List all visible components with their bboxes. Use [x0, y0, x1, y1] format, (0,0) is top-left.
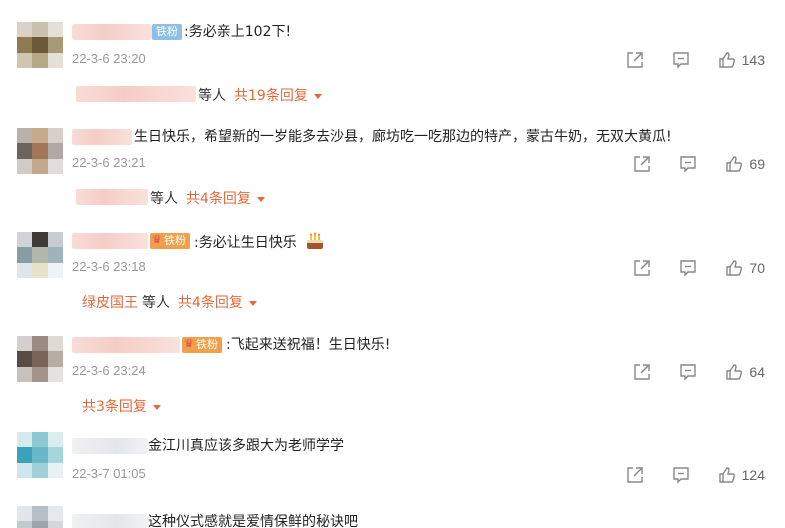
comment-time: 22-3-6 23:18	[72, 259, 146, 274]
reply-user-redacted[interactable]	[76, 86, 196, 102]
comment-actions: 124	[626, 465, 765, 485]
crown-fan-badge: 铁粉	[182, 336, 222, 353]
like-count: 69	[749, 156, 765, 172]
thumbs-up-icon[interactable]	[725, 155, 743, 173]
username-redacted[interactable]	[72, 129, 132, 145]
share-icon[interactable]	[626, 51, 644, 69]
thumbs-up-icon[interactable]	[725, 259, 743, 277]
comment-text-content: :务必让生日快乐	[194, 235, 297, 251]
thumbs-up-icon[interactable]	[718, 51, 736, 69]
comment-actions: 143	[626, 50, 765, 70]
comment-item: 铁粉 :务必让生日快乐 22-3-6 23:18 70 绿皮国王 等人 共4条回…	[0, 228, 785, 332]
chevron-down-icon	[248, 300, 257, 306]
comment-icon[interactable]	[672, 466, 690, 484]
reply-summary[interactable]: 共3条回复	[82, 396, 161, 416]
reply-count[interactable]: 共3条回复	[82, 396, 147, 416]
comment-time: 22-3-6 23:20	[72, 51, 146, 66]
comment-item: 生日快乐，希望新的一岁能多去沙县，廊坊吃一吃那边的特产，蒙古牛奶，无双大黄瓜! …	[0, 124, 785, 228]
reply-user-redacted[interactable]	[76, 189, 148, 205]
cake-emoji-icon	[307, 232, 324, 249]
comment-actions: 64	[633, 362, 765, 382]
comment-icon[interactable]	[672, 51, 690, 69]
comment-item: 铁粉 :务必亲上102下! 22-3-6 23:20 143 等人 共19条回复	[0, 20, 785, 124]
comment-text: 金江川真应该多跟大为老师学学	[148, 438, 344, 454]
like-count: 70	[749, 260, 765, 276]
comment-item: 这种仪式感就是爱情保鲜的秘诀吧	[0, 504, 785, 528]
username-redacted[interactable]	[72, 24, 152, 40]
comment-time: 22-3-6 23:24	[72, 363, 146, 378]
reply-count[interactable]: 共4条回复	[186, 188, 251, 208]
reply-etc: 等人	[150, 191, 178, 207]
comment-text: 生日快乐，希望新的一岁能多去沙县，廊坊吃一吃那边的特产，蒙古牛奶，无双大黄瓜!	[134, 129, 672, 145]
crown-fan-badge: 铁粉	[150, 232, 190, 249]
username-redacted[interactable]	[72, 233, 148, 249]
avatar[interactable]	[17, 22, 63, 68]
comment-text: :务必亲上102下!	[184, 24, 292, 40]
comment-time: 22-3-7 01:05	[72, 466, 146, 481]
chevron-down-icon	[313, 93, 322, 99]
share-icon[interactable]	[626, 466, 644, 484]
avatar[interactable]	[17, 506, 63, 528]
username-redacted[interactable]	[72, 438, 148, 454]
comment-icon[interactable]	[679, 155, 697, 173]
thumbs-up-icon[interactable]	[725, 363, 743, 381]
like-count: 64	[749, 364, 765, 380]
chevron-down-icon	[256, 196, 265, 202]
comment-time: 22-3-6 23:21	[72, 155, 146, 170]
chevron-down-icon	[152, 404, 161, 410]
comment-actions: 69	[633, 154, 765, 174]
avatar[interactable]	[17, 128, 63, 174]
comment-icon[interactable]	[679, 363, 697, 381]
comment-item: 铁粉 :飞起来送祝福！生日快乐! 22-3-6 23:24 64 共3条回复	[0, 332, 785, 436]
reply-count[interactable]: 共19条回复	[234, 85, 308, 105]
reply-etc: 等人	[142, 295, 170, 311]
fan-badge: 铁粉	[152, 24, 182, 40]
avatar[interactable]	[17, 232, 63, 278]
share-icon[interactable]	[633, 363, 651, 381]
share-icon[interactable]	[633, 155, 651, 173]
like-count: 143	[741, 52, 765, 68]
reply-user-name[interactable]: 绿皮国王	[82, 292, 138, 312]
share-icon[interactable]	[633, 259, 651, 277]
username-redacted[interactable]	[72, 514, 148, 528]
comment-text: :飞起来送祝福！生日快乐!	[226, 337, 391, 353]
reply-etc: 等人	[198, 88, 226, 104]
comment-icon[interactable]	[679, 259, 697, 277]
comment-text: :务必让生日快乐	[194, 232, 325, 252]
username-redacted[interactable]	[72, 337, 180, 353]
like-count: 124	[741, 467, 765, 483]
thumbs-up-icon[interactable]	[718, 466, 736, 484]
reply-summary[interactable]: 等人 共4条回复	[150, 188, 265, 208]
reply-summary[interactable]: 等人 共19条回复	[198, 85, 322, 105]
avatar[interactable]	[17, 432, 63, 478]
reply-summary[interactable]: 绿皮国王 等人 共4条回复	[82, 292, 257, 312]
avatar[interactable]	[17, 336, 63, 382]
comment-actions: 70	[633, 258, 765, 278]
comment-text: 这种仪式感就是爱情保鲜的秘诀吧	[148, 514, 358, 528]
reply-count[interactable]: 共4条回复	[178, 292, 243, 312]
